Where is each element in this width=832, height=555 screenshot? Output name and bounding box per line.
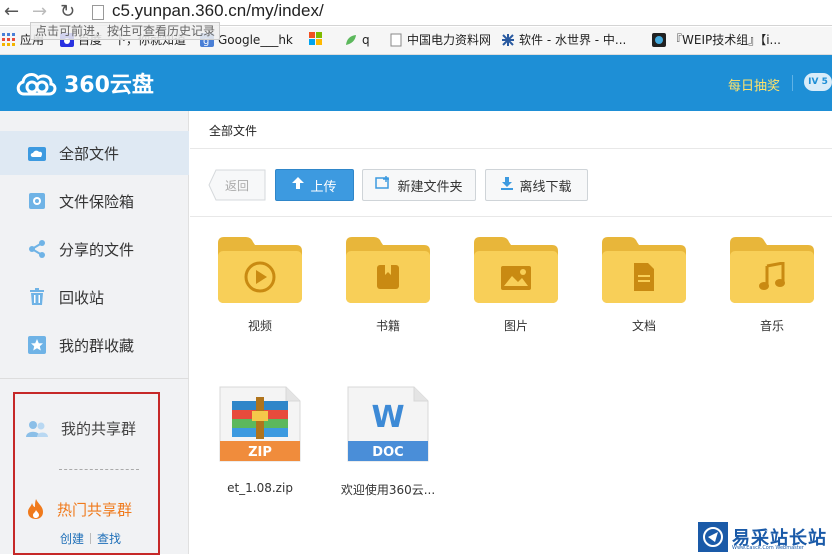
sidebar-item-group-favorites[interactable]: 我的群收藏 (0, 323, 189, 367)
bookmark-electric[interactable]: 中国电力资料网 (389, 32, 491, 48)
word-doc-icon: W DOC (347, 386, 429, 462)
group-actions: 创建 查找 (60, 530, 121, 547)
watermark-logo-icon (698, 522, 728, 552)
url-input[interactable]: c5.yunpan.360.cn/my/index/ (112, 1, 324, 21)
upload-button[interactable]: 上传 (275, 169, 354, 201)
svg-text:ZIP: ZIP (248, 445, 272, 460)
cloud-folder-icon (28, 144, 46, 162)
folder-name: 视频 (247, 319, 272, 333)
app-logo[interactable]: 360云盘 (14, 67, 154, 99)
back-button[interactable]: 返回 (208, 169, 266, 201)
my-share-groups[interactable]: 我的共享群 (25, 418, 136, 439)
offline-download-button[interactable]: 离线下载 (485, 169, 588, 201)
sidebar-item-safe[interactable]: 文件保险箱 (0, 179, 189, 223)
back-arrow-icon[interactable]: ← (4, 2, 19, 22)
file-tile-doc[interactable]: W DOC 欢迎使用360云... (340, 385, 436, 505)
download-icon (501, 176, 514, 194)
hot-share-groups[interactable]: 热门共享群 (25, 498, 132, 520)
bookmark-software[interactable]: 软件 - 水世界 - 中... (501, 32, 626, 48)
asterisk-icon (501, 33, 515, 47)
book-icon (377, 265, 399, 289)
bookmark-weip[interactable]: 『WEIP技术组』【i... (652, 32, 781, 48)
daily-lottery-link[interactable]: 每日抽奖 (728, 75, 780, 94)
new-folder-button[interactable]: 新建文件夹 (362, 169, 476, 201)
group-dashed-divider (59, 469, 139, 470)
page-icon (92, 5, 104, 20)
document-icon (634, 263, 654, 291)
sidebar-divider (0, 378, 189, 379)
sidebar: 全部文件 文件保险箱 分享的文件 回收站 我的群收藏 我的共享群 热门共享群 创… (0, 111, 189, 555)
search-group-link[interactable]: 查找 (97, 530, 121, 547)
svg-text:W: W (371, 400, 404, 435)
svg-text:DOC: DOC (372, 445, 403, 460)
bookmark-windows[interactable] (309, 32, 327, 46)
folder-tile-music[interactable]: 音乐 (724, 233, 820, 353)
folder-name: 图片 (503, 319, 528, 333)
logo-text: 360云盘 (64, 73, 154, 98)
zip-archive-icon: ZIP (219, 386, 301, 462)
folder-tile-video[interactable]: 视频 (212, 233, 308, 353)
link-separator (90, 533, 92, 544)
upload-arrow-icon (292, 177, 305, 193)
cloud-logo-icon (16, 73, 57, 96)
breadcrumb-all-files[interactable]: 全部文件 (209, 124, 257, 138)
folder-tile-pictures[interactable]: 图片 (468, 233, 564, 353)
breadcrumb: 全部文件 (190, 111, 832, 149)
app-header: 360云盘 每日抽奖 IV 5 (0, 55, 832, 111)
sidebar-item-shared[interactable]: 分享的文件 (0, 227, 189, 271)
reload-icon[interactable]: ↻ (60, 2, 75, 22)
play-icon (244, 261, 276, 293)
sidebar-item-all-files[interactable]: 全部文件 (0, 131, 189, 175)
leaf-icon (344, 33, 358, 47)
file-name: et_1.08.zip (227, 481, 293, 495)
star-icon (28, 336, 46, 354)
sidebar-item-trash[interactable]: 回收站 (0, 275, 189, 319)
create-group-link[interactable]: 创建 (60, 530, 84, 547)
music-note-icon (759, 262, 785, 290)
folder-tile-documents[interactable]: 文档 (596, 233, 692, 353)
safe-icon (28, 192, 46, 210)
bookmark-q[interactable]: q (344, 32, 370, 48)
header-divider (792, 75, 793, 91)
new-folder-icon (375, 176, 391, 194)
folder-name: 书籍 (375, 319, 400, 333)
page-icon (389, 33, 403, 47)
windows-icon (309, 32, 323, 46)
forward-tooltip: 点击可前进，按住可查看历史记录 (30, 22, 221, 40)
flame-icon (28, 499, 43, 519)
main-content: 全部文件 返回 上传 新建文件夹 离线下载 视频 书籍 图片 文档 音乐 ZIP… (190, 111, 832, 554)
image-icon (501, 266, 531, 290)
folder-tile-books[interactable]: 书籍 (340, 233, 436, 353)
file-tile-zip[interactable]: ZIP et_1.08.zip (212, 385, 308, 505)
toolbar: 返回 上传 新建文件夹 离线下载 (190, 149, 832, 217)
watermark-subtext: Www.Easck.Com Webmaster (732, 545, 804, 551)
share-icon (28, 240, 46, 258)
forward-arrow-icon[interactable]: → (32, 2, 47, 22)
users-icon (26, 420, 48, 437)
share-groups-panel: 我的共享群 热门共享群 创建 查找 (13, 392, 160, 555)
trash-icon (28, 288, 46, 306)
folder-name: 文档 (631, 319, 656, 333)
file-name: 欢迎使用360云... (340, 483, 436, 497)
folder-name: 音乐 (759, 319, 784, 333)
apps-grid-icon (2, 33, 16, 47)
weip-icon (652, 33, 666, 47)
level-badge[interactable]: IV 5 (804, 73, 832, 91)
watermark: 易采站长站 Www.Easck.Com Webmaster (697, 520, 832, 554)
